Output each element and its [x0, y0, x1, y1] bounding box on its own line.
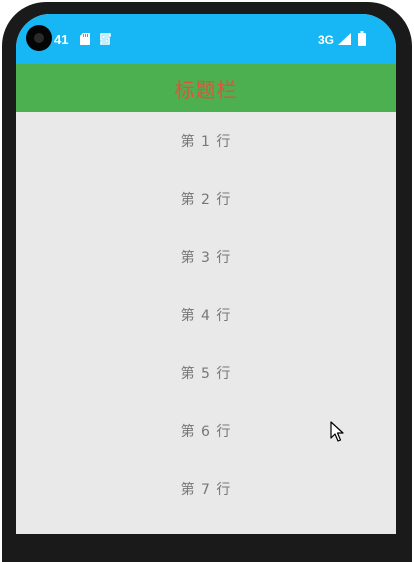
row-list: 第 1 行 第 2 行 第 3 行 第 4 行 第 5 行 第 6 行 第 7 … [16, 112, 396, 518]
mouse-cursor-icon [330, 421, 344, 442]
list-item[interactable]: 第 2 行 [16, 170, 396, 228]
battery-icon [358, 31, 366, 46]
list-item[interactable]: 第 3 行 [16, 228, 396, 286]
title-bar: 标题栏 [16, 64, 396, 112]
list-item-label: 第 3 行 [180, 250, 232, 266]
list-item[interactable]: 第 5 行 [16, 344, 396, 402]
list-item[interactable]: 第 1 行 [16, 112, 396, 170]
screen: 41 3G 标题栏 第 1 行 第 2 行 第 3 行 第 4 行 第 5 行 … [16, 14, 396, 534]
list-item-label: 第 4 行 [180, 308, 232, 324]
sync-icon [100, 33, 111, 45]
list-item-label: 第 7 行 [180, 482, 232, 498]
page-title: 标题栏 [174, 77, 238, 102]
list-item[interactable]: 第 4 行 [16, 286, 396, 344]
camera-icon [26, 25, 52, 51]
status-bar: 41 3G [16, 14, 396, 64]
signal-icon [338, 33, 351, 45]
phone-frame: 41 3G 标题栏 第 1 行 第 2 行 第 3 行 第 4 行 第 5 行 … [0, 0, 414, 562]
list-item-label: 第 5 行 [180, 366, 232, 382]
list-item-label: 第 6 行 [180, 424, 232, 440]
list-item-label: 第 2 行 [180, 192, 232, 208]
list-item[interactable]: 第 7 行 [16, 460, 396, 518]
sd-card-icon [80, 33, 90, 45]
list-item-label: 第 1 行 [180, 134, 232, 150]
network-type-label: 3G [318, 33, 335, 47]
status-time: 41 [54, 32, 69, 47]
